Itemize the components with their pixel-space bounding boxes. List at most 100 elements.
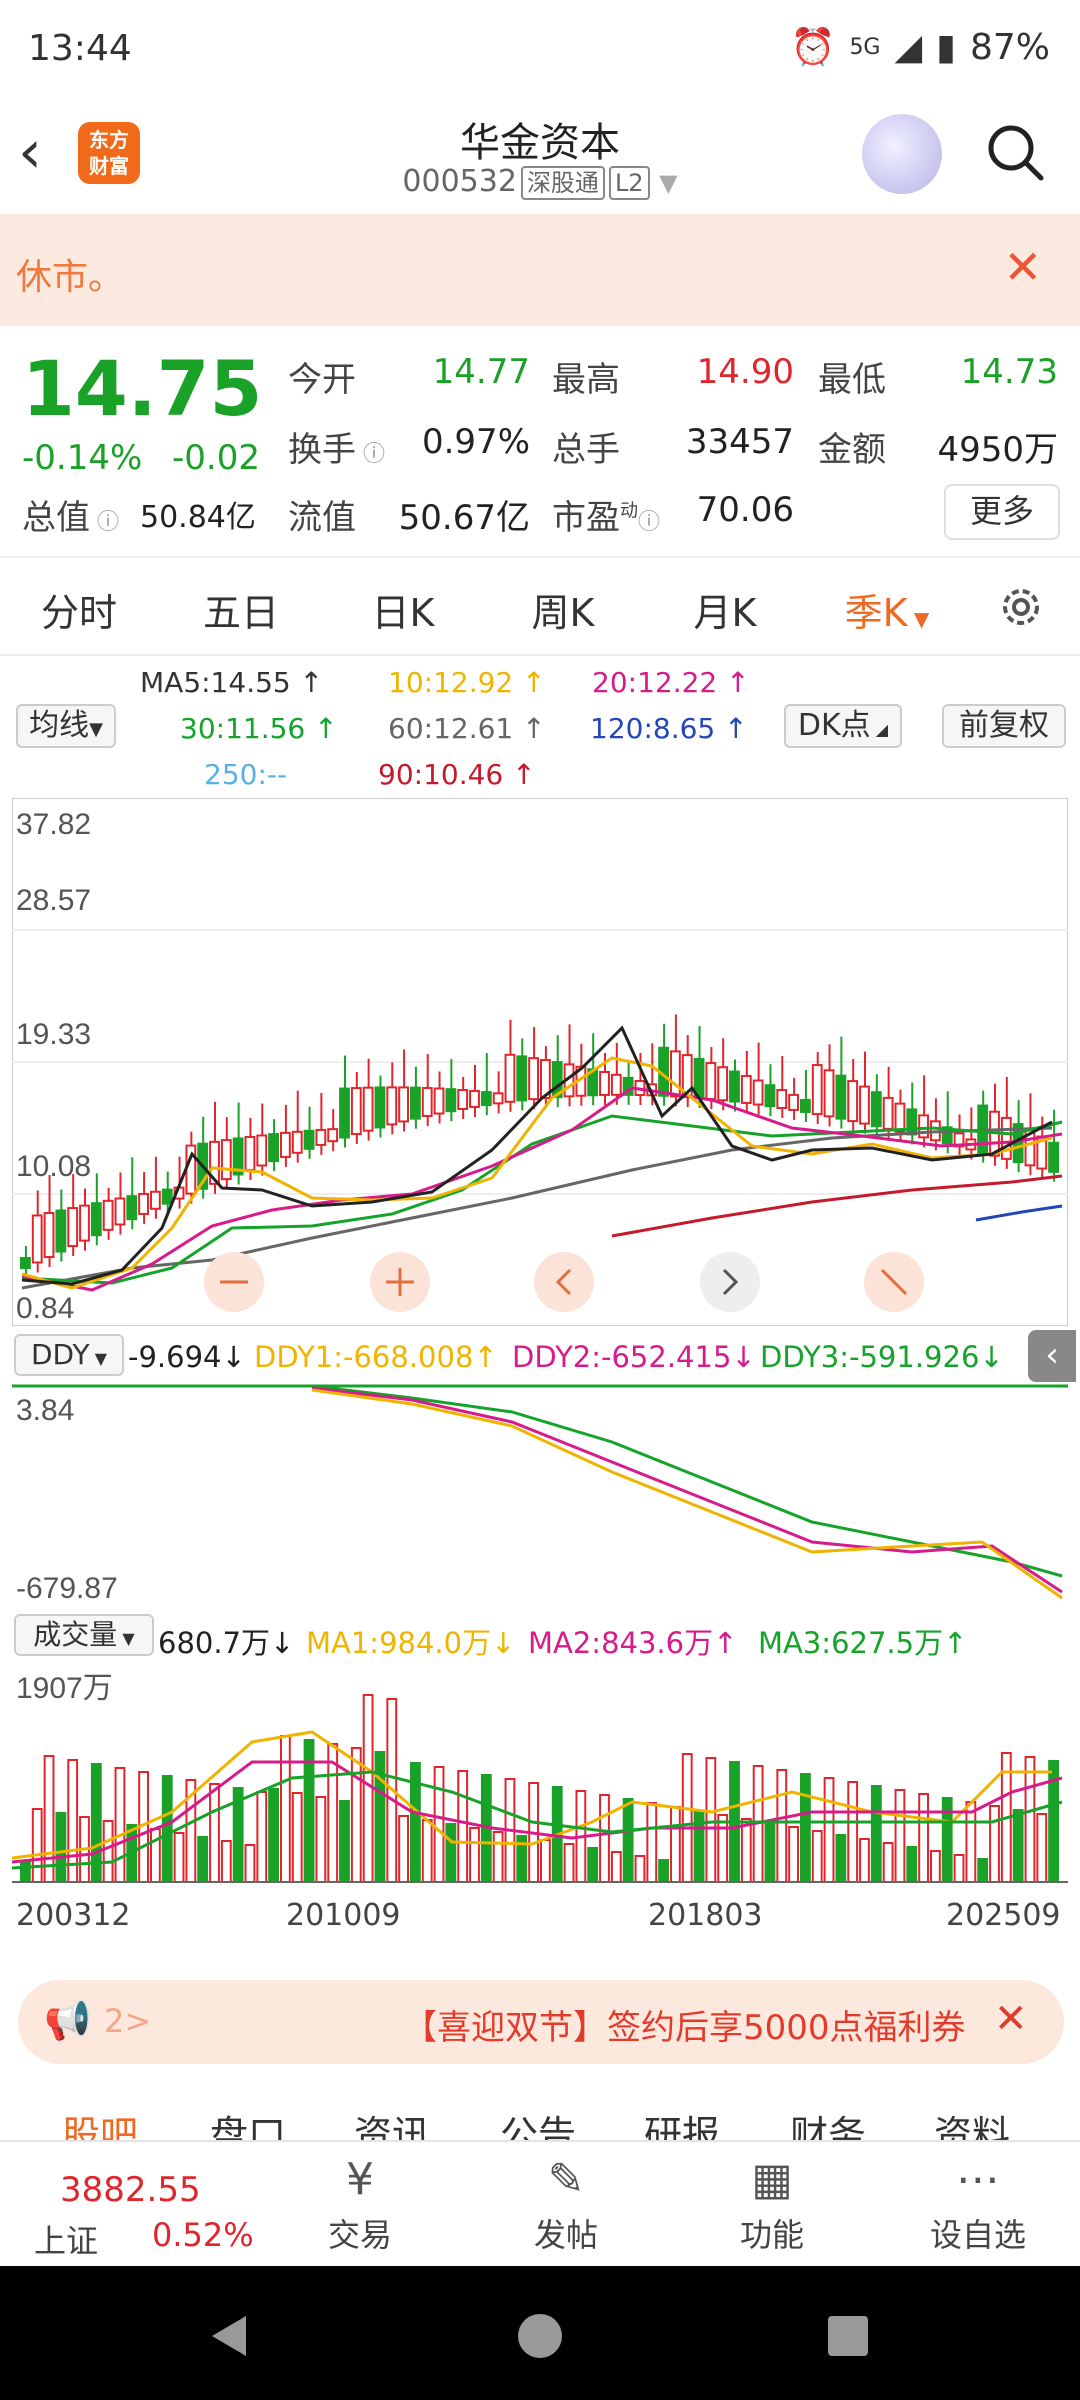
candle-body bbox=[410, 1086, 421, 1120]
candle-body bbox=[256, 1134, 268, 1167]
nav-functions[interactable]: ▦ 功能 bbox=[702, 2150, 842, 2256]
change-amount: -0.02 bbox=[172, 438, 260, 478]
gear-icon[interactable] bbox=[996, 582, 1046, 632]
subtab-announcements[interactable]: 公告 bbox=[500, 2104, 576, 2140]
volume-selector[interactable]: 成交量 ▼ bbox=[14, 1614, 154, 1656]
collapse-panel-button[interactable]: ‹ bbox=[1028, 1330, 1076, 1382]
dropdown-icon[interactable]: ▼ bbox=[659, 169, 677, 197]
ma-selector[interactable]: 均线▼ bbox=[16, 704, 116, 748]
subtab-finance[interactable]: 财务 bbox=[790, 2104, 866, 2140]
tab-daily-k[interactable]: 日K bbox=[338, 582, 468, 637]
subtab-profile[interactable]: 资料 bbox=[934, 2104, 1010, 2140]
volume-bar bbox=[882, 1842, 894, 1883]
volume-bar bbox=[43, 1755, 55, 1883]
ai-assistant-avatar[interactable] bbox=[862, 114, 942, 194]
back-nav-icon[interactable] bbox=[206, 2312, 254, 2360]
subtab-forum[interactable]: 股吧 bbox=[62, 2104, 138, 2140]
volume-bar bbox=[457, 1770, 469, 1883]
tab-five-day[interactable]: 五日 bbox=[176, 582, 306, 637]
nav-post[interactable]: ✎ 发帖 bbox=[496, 2150, 636, 2256]
candle-body bbox=[315, 1128, 327, 1146]
volume-bar bbox=[398, 1815, 410, 1883]
volume-bar bbox=[421, 1819, 433, 1883]
volume-bar bbox=[776, 1769, 788, 1883]
candle-body bbox=[362, 1086, 374, 1132]
status-bar: 13:44 ⏰ 5G ◢ ▮ 87% bbox=[0, 0, 1080, 100]
index-value[interactable]: 3882.55 bbox=[60, 2170, 201, 2210]
candle-body bbox=[480, 1091, 492, 1107]
search-icon[interactable] bbox=[985, 122, 1045, 182]
period-tabs: 分时 五日 日K 周K 月K 季K ▼ bbox=[0, 560, 1080, 656]
volume-bar bbox=[1024, 1756, 1036, 1883]
promo-banner[interactable]: 📢 2> 【喜迎双节】签约后享5000点福利券 ✕ bbox=[18, 1980, 1064, 2064]
candle-body bbox=[114, 1197, 126, 1226]
recents-nav-icon[interactable] bbox=[826, 2314, 870, 2358]
volume-bar bbox=[244, 1844, 256, 1883]
tab-intraday[interactable]: 分时 bbox=[14, 582, 144, 637]
candle-body bbox=[150, 1190, 161, 1210]
scroll-right-button[interactable] bbox=[700, 1252, 760, 1312]
subtab-news[interactable]: 资讯 bbox=[354, 2104, 430, 2140]
volume-bar bbox=[705, 1757, 717, 1883]
volume-bar bbox=[291, 1792, 303, 1883]
ma120-label: 120:8.65 ↑ bbox=[590, 712, 748, 745]
volume-bar bbox=[161, 1775, 173, 1883]
dk-point-button[interactable]: DK点 ◢ bbox=[784, 704, 902, 748]
scroll-left-button[interactable] bbox=[534, 1252, 594, 1312]
candle-body bbox=[374, 1086, 386, 1129]
signal-icon: ◢ bbox=[894, 26, 923, 68]
candle-body bbox=[421, 1087, 433, 1118]
home-nav-icon[interactable] bbox=[516, 2312, 564, 2360]
ma90-label: 90:10.46 ↑ bbox=[378, 758, 536, 791]
candle-body bbox=[870, 1091, 882, 1128]
ddy-value: -9.694↓ bbox=[128, 1340, 246, 1374]
volume-bar bbox=[740, 1818, 752, 1883]
nav-add-watchlist[interactable]: ⋯ 设自选 bbox=[908, 2150, 1048, 2256]
float-label: 流值 bbox=[288, 498, 356, 538]
volume-bar bbox=[894, 1789, 906, 1883]
ma60-label: 60:12.61 ↑ bbox=[388, 712, 546, 745]
y-axis-top: 37.82 bbox=[16, 808, 91, 841]
candle-body bbox=[20, 1257, 31, 1269]
candle-body bbox=[847, 1080, 859, 1123]
x-axis-label-4: 202509 bbox=[946, 1898, 1061, 1933]
kline-chart[interactable]: 37.82 28.57 19.33 10.08 0.84 bbox=[12, 798, 1068, 1326]
volume-bar bbox=[563, 1843, 575, 1883]
volume-bar bbox=[788, 1826, 800, 1883]
nav-trade[interactable]: ¥ 交易 bbox=[290, 2150, 430, 2256]
candle-body bbox=[811, 1064, 823, 1116]
candle-body bbox=[764, 1084, 776, 1108]
close-icon[interactable]: ✕ bbox=[1003, 240, 1042, 294]
tab-weekly-k[interactable]: 周K bbox=[498, 582, 628, 637]
ddy-selector[interactable]: DDY ▼ bbox=[14, 1334, 124, 1376]
more-button[interactable]: 更多 bbox=[944, 484, 1060, 540]
banner-close-icon[interactable]: ✕ bbox=[994, 1996, 1028, 2042]
volume-bar bbox=[977, 1858, 989, 1883]
tab-quarterly-k[interactable]: 季K ▼ bbox=[822, 582, 952, 637]
candle-body bbox=[752, 1079, 764, 1106]
vol-ma2: MA2:843.6万↑ bbox=[528, 1626, 738, 1660]
candle-body bbox=[1000, 1116, 1012, 1160]
adjustment-button[interactable]: 前复权 bbox=[942, 704, 1066, 748]
x-axis-label-2: 201009 bbox=[286, 1898, 401, 1933]
candle-body bbox=[882, 1096, 894, 1130]
subtab-orderbook[interactable]: 盘口 bbox=[210, 2104, 286, 2140]
volume-bar bbox=[800, 1773, 811, 1883]
candle-body bbox=[280, 1131, 291, 1158]
vol-ma1: MA1:984.0万↓ bbox=[306, 1626, 516, 1660]
low-value: 14.73 bbox=[960, 352, 1058, 392]
volume-bar bbox=[256, 1791, 268, 1883]
candle-body bbox=[670, 1050, 681, 1098]
candle-body bbox=[327, 1128, 339, 1143]
candle-body bbox=[729, 1070, 740, 1103]
volume-bar bbox=[315, 1796, 327, 1883]
candle-body bbox=[303, 1129, 315, 1150]
subtab-research[interactable]: 研报 bbox=[644, 2104, 720, 2140]
yen-icon: ¥ bbox=[346, 2154, 374, 2205]
candle-body bbox=[55, 1209, 67, 1253]
volume-bar bbox=[622, 1798, 634, 1883]
ma20-label: 20:12.22 ↑ bbox=[592, 666, 750, 699]
turnover-label: 换手 ⓘ bbox=[288, 430, 385, 470]
tab-monthly-k[interactable]: 月K bbox=[660, 582, 790, 637]
battery-percent: 87% bbox=[969, 26, 1050, 68]
